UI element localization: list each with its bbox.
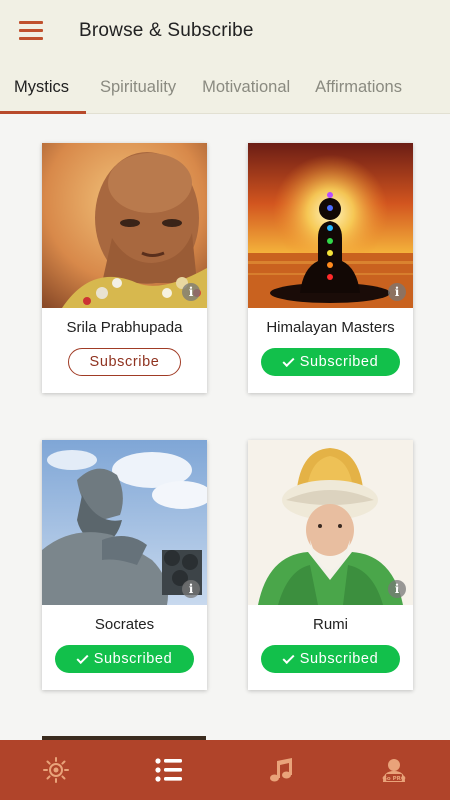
bottom-nav: Go PRO — [0, 740, 450, 800]
list-icon — [155, 758, 182, 782]
info-icon[interactable]: i — [182, 580, 200, 598]
card-himalayan-masters[interactable]: i Himalayan Masters Subscribed — [248, 143, 413, 393]
subscribed-label: Subscribed — [299, 651, 379, 667]
card-socrates[interactable]: i Socrates Subscribed — [42, 440, 207, 690]
subscribed-label: Subscribed — [299, 354, 379, 370]
music-note-icon — [270, 758, 293, 782]
subscribed-button[interactable]: Subscribed — [261, 645, 400, 673]
subscribed-button[interactable]: Subscribed — [55, 645, 194, 673]
card-name: Socrates — [94, 616, 155, 633]
mystics-grid: i Srila Prabhupada Subscribe i Himalayan… — [0, 114, 450, 740]
portrait-image: i — [42, 143, 207, 308]
subscribe-button[interactable]: Subscribe — [68, 348, 181, 376]
statue-image: i — [42, 440, 207, 605]
info-icon[interactable]: i — [388, 580, 406, 598]
info-icon[interactable]: i — [182, 283, 200, 301]
meditation-image: i — [248, 143, 413, 308]
subscribed-button[interactable]: Subscribed — [261, 348, 400, 376]
go-pro-label: Go PRO — [382, 776, 405, 782]
subscribe-label: Subscribe — [89, 354, 160, 370]
painting-image: i — [248, 440, 413, 605]
info-icon[interactable]: i — [388, 283, 406, 301]
card-srila-prabhupada[interactable]: i Srila Prabhupada Subscribe — [42, 143, 207, 393]
tab-motivational[interactable]: Motivational — [202, 62, 290, 114]
tab-mystics[interactable]: Mystics — [0, 62, 86, 114]
card-name: Srila Prabhupada — [66, 319, 183, 336]
check-icon — [76, 651, 89, 664]
sun-icon — [43, 757, 70, 783]
check-icon — [282, 651, 295, 664]
nav-go-pro[interactable]: Go PRO — [338, 740, 450, 800]
page-title: Browse & Subscribe — [79, 20, 254, 41]
category-tabs: Mystics Spirituality Motivational Affirm… — [0, 62, 450, 114]
tab-affirmations[interactable]: Affirmations — [315, 62, 402, 114]
nav-music[interactable] — [225, 740, 338, 800]
tab-spirituality[interactable]: Spirituality — [100, 62, 176, 114]
check-icon — [282, 354, 295, 367]
subscribed-label: Subscribed — [93, 651, 173, 667]
hamburger-icon — [19, 21, 43, 41]
card-rumi[interactable]: i Rumi Subscribed — [248, 440, 413, 690]
app-header: Browse & Subscribe — [0, 0, 450, 62]
menu-button[interactable] — [0, 0, 62, 62]
go-pro-icon: Go PRO — [382, 759, 406, 782]
card-name: Himalayan Masters — [266, 319, 395, 336]
nav-browse[interactable] — [113, 740, 226, 800]
app-screen: Browse & Subscribe Mystics Spirituality … — [0, 0, 450, 800]
card-name: Rumi — [312, 616, 348, 633]
nav-home[interactable] — [0, 740, 113, 800]
